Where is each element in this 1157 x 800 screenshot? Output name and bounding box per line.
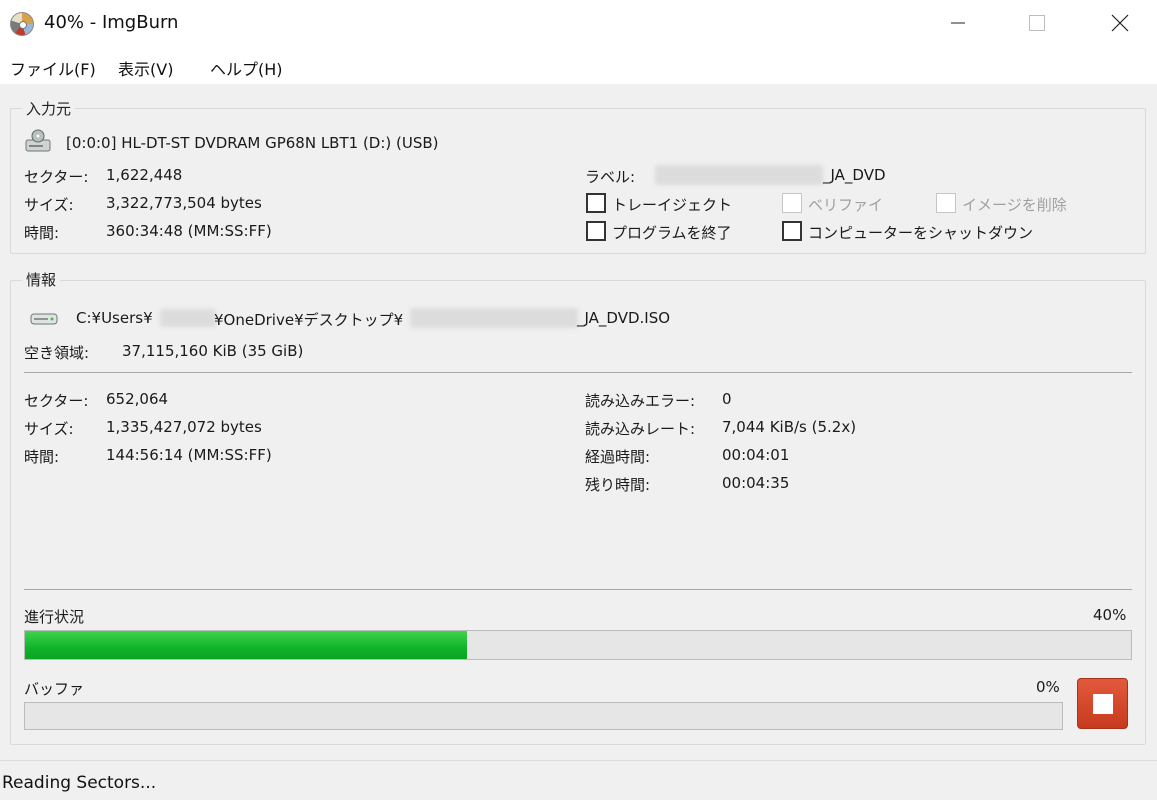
- info-group-title: 情報: [22, 269, 61, 290]
- menu-bar: ファイル(F) 表示(V) ヘルプ(H): [0, 48, 1157, 84]
- imgburn-app-icon: [10, 12, 34, 36]
- source-drive-name: [0:0:0] HL-DT-ST DVDRAM GP68N LBT1 (D:) …: [66, 134, 439, 152]
- stop-button[interactable]: [1077, 678, 1128, 729]
- delete-image-label: イメージを削除: [962, 196, 1067, 214]
- close-button[interactable]: [1092, 0, 1148, 46]
- source-sectors-value: 1,622,448: [106, 166, 183, 184]
- output-path-part3: _JA_DVD.ISO: [577, 309, 671, 327]
- output-path-part2: ¥OneDrive¥デスクトップ¥: [214, 311, 404, 329]
- close-program-label: プログラムを終了: [612, 224, 732, 242]
- minimize-button[interactable]: [930, 0, 986, 46]
- free-space-label: 空き領域:: [24, 344, 90, 362]
- elapsed-time-value: 00:04:01: [722, 446, 790, 464]
- read-rate-label: 読み込みレート:: [585, 420, 696, 438]
- title-bar: 40% - ImgBurn: [0, 0, 1157, 48]
- menu-help[interactable]: ヘルプ(H): [210, 56, 283, 80]
- disc-label-label: ラベル:: [585, 168, 636, 186]
- source-time-label: 時間:: [24, 224, 60, 242]
- delete-image-checkbox[interactable]: [936, 193, 956, 213]
- info-sectors-value: 652,064: [106, 390, 169, 408]
- read-errors-value: 0: [722, 390, 732, 408]
- output-path-part1: C:¥Users¥: [76, 309, 153, 327]
- status-bar: Reading Sectors...: [0, 760, 1157, 800]
- window-title: 40% - ImgBurn: [44, 12, 179, 33]
- close-icon: [1111, 14, 1129, 32]
- redacted-filename: [410, 308, 578, 328]
- stop-icon: [1092, 693, 1113, 714]
- tray-eject-label: トレーイジェクト: [612, 196, 733, 214]
- read-rate-value: 7,044 KiB/s (5.2x): [722, 418, 857, 436]
- free-space-value: 37,115,160 KiB (35 GiB): [122, 342, 304, 360]
- info-size-value: 1,335,427,072 bytes: [106, 418, 262, 436]
- source-size-value: 3,322,773,504 bytes: [106, 194, 262, 212]
- remaining-time-value: 00:04:35: [722, 474, 790, 492]
- redacted-username: [160, 309, 216, 327]
- source-time-value: 360:34:48 (MM:SS:FF): [106, 222, 272, 240]
- info-sectors-label: セクター:: [24, 392, 89, 410]
- redacted-disc-label: [655, 165, 823, 185]
- shutdown-label: コンピューターをシャットダウン: [808, 224, 1034, 242]
- progress-bar-fill: [25, 631, 468, 659]
- info-divider-bottom: [24, 589, 1132, 590]
- buffer-label: バッファ: [24, 680, 85, 698]
- optical-drive-icon: [25, 129, 51, 152]
- remaining-time-label: 残り時間:: [585, 476, 651, 494]
- source-sectors-label: セクター:: [24, 168, 89, 186]
- disc-label-value: _JA_DVD: [823, 166, 886, 184]
- read-errors-label: 読み込みエラー:: [585, 392, 696, 410]
- menu-file[interactable]: ファイル(F): [10, 56, 96, 80]
- verify-label: ベリファイ: [808, 196, 884, 214]
- close-program-checkbox[interactable]: [586, 221, 606, 241]
- menu-view[interactable]: 表示(V): [118, 56, 173, 80]
- maximize-icon: [1029, 15, 1045, 31]
- progress-label: 進行状況: [24, 608, 85, 626]
- source-group-title: 入力元: [22, 98, 76, 119]
- tray-eject-checkbox[interactable]: [586, 193, 606, 213]
- maximize-button[interactable]: [1009, 0, 1065, 46]
- buffer-percent: 0%: [1036, 678, 1060, 696]
- verify-checkbox[interactable]: [782, 193, 802, 213]
- status-text: Reading Sectors...: [2, 773, 157, 793]
- main-panel: 入力元 [0:0:0] HL-DT-ST DVDRAM GP68N LBT1 (…: [0, 84, 1157, 760]
- info-time-label: 時間:: [24, 448, 60, 466]
- buffer-bar: [24, 702, 1063, 730]
- info-size-label: サイズ:: [24, 420, 74, 438]
- elapsed-time-label: 経過時間:: [585, 448, 651, 466]
- progress-percent: 40%: [1093, 606, 1127, 624]
- source-size-label: サイズ:: [24, 196, 74, 214]
- hard-drive-icon: [30, 313, 58, 325]
- progress-bar: [24, 630, 1132, 660]
- info-divider-top: [24, 372, 1132, 373]
- shutdown-checkbox[interactable]: [782, 221, 802, 241]
- info-time-value: 144:56:14 (MM:SS:FF): [106, 446, 272, 464]
- minimize-icon: [951, 22, 965, 24]
